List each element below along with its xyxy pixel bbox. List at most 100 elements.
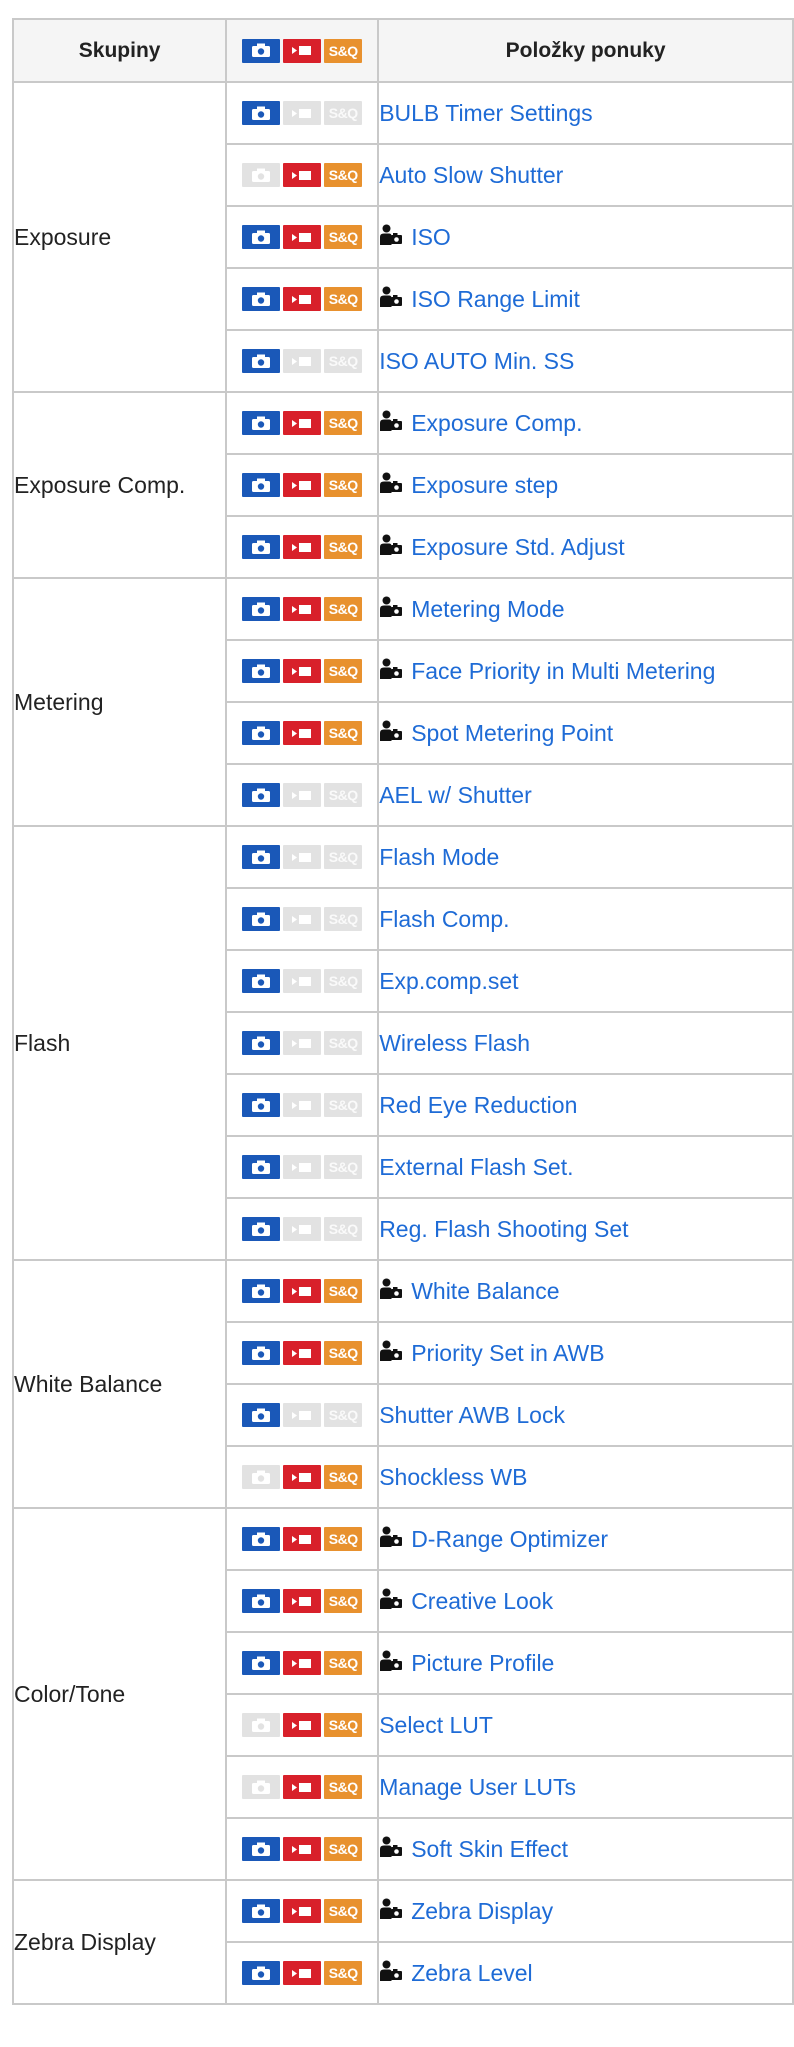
movie-icon xyxy=(283,1341,322,1365)
menu-item-link[interactable]: Metering Mode xyxy=(411,596,564,622)
movie-icon xyxy=(283,1155,322,1179)
movie-icon xyxy=(283,1217,322,1241)
sq-icon: S&Q xyxy=(324,1031,363,1055)
camera-icon xyxy=(242,1155,281,1179)
menu-item-link[interactable]: Face Priority in Multi Metering xyxy=(411,658,715,684)
menu-item-link[interactable]: Exposure Std. Adjust xyxy=(411,534,625,560)
menu-item-cell: Exposure step xyxy=(377,453,794,517)
mode-icons: S&Q xyxy=(242,907,363,931)
menu-item-link[interactable]: Exposure Comp. xyxy=(411,410,582,436)
menu-item-link[interactable]: Flash Mode xyxy=(379,844,499,870)
mode-cell: S&Q xyxy=(225,1445,380,1509)
menu-item-link[interactable]: Select LUT xyxy=(379,1712,493,1738)
menu-item-link[interactable]: AEL w/ Shutter xyxy=(379,782,532,808)
mode-icons: S&Q xyxy=(242,1775,363,1799)
menu-item-link[interactable]: Spot Metering Point xyxy=(411,720,613,746)
menu-item-link[interactable]: Red Eye Reduction xyxy=(379,1092,577,1118)
sq-icon: S&Q xyxy=(324,1217,363,1241)
menu-item-link[interactable]: External Flash Set. xyxy=(379,1154,573,1180)
mode-icons: S&Q xyxy=(242,1093,363,1117)
menu-item-link[interactable]: Manage User LUTs xyxy=(379,1774,576,1800)
header-modes: S&Q xyxy=(225,18,380,83)
menu-item-link[interactable]: Flash Comp. xyxy=(379,906,509,932)
mode-icons: S&Q xyxy=(242,473,363,497)
menu-item-link[interactable]: ISO xyxy=(411,224,451,250)
person-camera-icon xyxy=(379,285,403,314)
menu-item-cell: Exposure Comp. xyxy=(377,391,794,455)
mode-icons: S&Q xyxy=(242,1651,363,1675)
sq-icon: S&Q xyxy=(324,38,363,63)
mode-icons: S&Q xyxy=(242,163,363,187)
menu-item-cell: Zebra Level xyxy=(377,1941,794,2005)
menu-item-link[interactable]: ISO Range Limit xyxy=(411,286,580,312)
table-row: White Balance S&Q White Balance xyxy=(11,1259,794,1509)
mode-cell: S&Q xyxy=(225,577,380,641)
header-mode-icons: S&Q xyxy=(242,38,363,63)
header-row: Skupiny S&Q Položky ponuky xyxy=(11,18,794,83)
menu-item-link[interactable]: Exp.comp.set xyxy=(379,968,518,994)
menu-item-link[interactable]: Priority Set in AWB xyxy=(411,1340,604,1366)
sq-icon: S&Q xyxy=(324,1279,363,1303)
movie-icon xyxy=(283,535,322,559)
mode-cell: S&Q xyxy=(225,1011,380,1075)
movie-icon xyxy=(283,411,322,435)
menu-item-cell: ISO Range Limit xyxy=(377,267,794,331)
menu-item-link[interactable]: Zebra Display xyxy=(411,1898,553,1924)
menu-item-link[interactable]: Exposure step xyxy=(411,472,558,498)
group-label: White Balance xyxy=(11,1259,228,1509)
menu-item-link[interactable]: ISO AUTO Min. SS xyxy=(379,348,574,374)
camera-icon xyxy=(242,1775,281,1799)
menu-item-cell: Red Eye Reduction xyxy=(377,1073,794,1137)
camera-icon xyxy=(242,225,281,249)
movie-icon xyxy=(283,721,322,745)
movie-icon xyxy=(283,1589,322,1613)
camera-icon xyxy=(242,1589,281,1613)
mode-cell: S&Q xyxy=(225,81,380,145)
header-items: Položky ponuky xyxy=(377,18,794,83)
mode-icons: S&Q xyxy=(242,845,363,869)
menu-item-cell: Auto Slow Shutter xyxy=(377,143,794,207)
menu-item-link[interactable]: Shockless WB xyxy=(379,1464,527,1490)
menu-item-link[interactable]: Picture Profile xyxy=(411,1650,554,1676)
mode-cell: S&Q xyxy=(225,1507,380,1571)
menu-item-link[interactable]: Soft Skin Effect xyxy=(411,1836,568,1862)
menu-item-link[interactable]: Shutter AWB Lock xyxy=(379,1402,565,1428)
mode-icons: S&Q xyxy=(242,287,363,311)
camera-icon xyxy=(242,349,281,373)
movie-icon xyxy=(283,1837,322,1861)
menu-item-link[interactable]: Reg. Flash Shooting Set xyxy=(379,1216,628,1242)
mode-icons: S&Q xyxy=(242,1899,363,1923)
menu-item-link[interactable]: Zebra Level xyxy=(411,1960,532,1986)
mode-cell: S&Q xyxy=(225,329,380,393)
sq-icon: S&Q xyxy=(324,101,363,125)
group-label: Exposure xyxy=(11,81,228,393)
menu-item-link[interactable]: Creative Look xyxy=(411,1588,553,1614)
menu-item-link[interactable]: BULB Timer Settings xyxy=(379,100,592,126)
sq-icon: S&Q xyxy=(324,1527,363,1551)
sq-icon: S&Q xyxy=(324,349,363,373)
mode-icons: S&Q xyxy=(242,225,363,249)
menu-item-link[interactable]: White Balance xyxy=(411,1278,559,1304)
mode-cell: S&Q xyxy=(225,949,380,1013)
sq-icon: S&Q xyxy=(324,1713,363,1737)
movie-icon xyxy=(283,1961,322,1985)
camera-icon xyxy=(242,287,281,311)
menu-item-cell: Creative Look xyxy=(377,1569,794,1633)
movie-icon xyxy=(283,225,322,249)
menu-item-link[interactable]: D-Range Optimizer xyxy=(411,1526,608,1552)
person-camera-icon xyxy=(379,471,403,500)
mode-icons: S&Q xyxy=(242,969,363,993)
movie-icon xyxy=(283,597,322,621)
sq-icon: S&Q xyxy=(324,1465,363,1489)
mode-icons: S&Q xyxy=(242,411,363,435)
menu-item-link[interactable]: Auto Slow Shutter xyxy=(379,162,563,188)
mode-cell: S&Q xyxy=(225,143,380,207)
sq-icon: S&Q xyxy=(324,1589,363,1613)
sq-icon: S&Q xyxy=(324,969,363,993)
camera-icon xyxy=(242,411,281,435)
menu-item-cell: White Balance xyxy=(377,1259,794,1323)
menu-item-link[interactable]: Wireless Flash xyxy=(379,1030,530,1056)
table-row: Exposure Comp. S&Q Exposure Comp. xyxy=(11,391,794,579)
camera-icon xyxy=(242,907,281,931)
person-camera-icon xyxy=(379,595,403,624)
